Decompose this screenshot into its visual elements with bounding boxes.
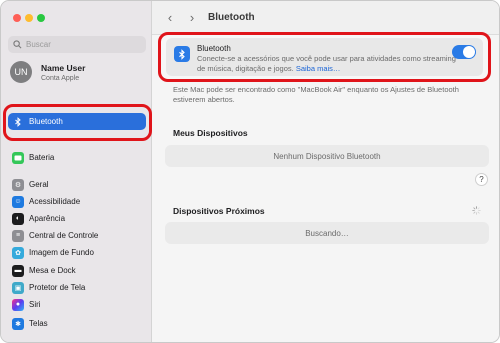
search-field[interactable] — [8, 36, 146, 53]
help-button[interactable]: ? — [475, 173, 488, 186]
wallpaper-icon: ✿ — [12, 246, 24, 259]
sidebar-item-label: Bateria — [29, 153, 55, 162]
control-center-icon: ≡ — [12, 229, 24, 242]
battery-icon — [12, 151, 24, 164]
forward-icon[interactable]: › — [186, 10, 198, 25]
bluetooth-title: Bluetooth — [197, 44, 231, 53]
appearance-icon: ◐ — [12, 212, 24, 225]
apple-account[interactable]: UN Name User Conta Apple — [10, 61, 85, 83]
sidebar-item-bluetooth[interactable]: Bluetooth — [8, 113, 146, 130]
bluetooth-icon — [174, 46, 190, 62]
close-button[interactable] — [13, 14, 21, 22]
sidebar-item-siri[interactable]: ● Siri — [8, 296, 146, 313]
sidebar-item-accessibility[interactable]: ☺ Acessibilidade — [8, 193, 146, 210]
my-devices-heading: Meus Dispositivos — [173, 128, 248, 138]
sidebar-item-general[interactable]: ⚙ Geral — [8, 176, 146, 193]
sidebar-item-screensaver[interactable]: ▣ Protetor de Tela — [8, 279, 146, 296]
siri-icon: ● — [12, 298, 24, 311]
sidebar-item-label: Imagem de Fundo — [29, 248, 94, 257]
toolbar: ‹ › Bluetooth — [152, 1, 499, 35]
minimize-button[interactable] — [25, 14, 33, 22]
avatar: UN — [10, 61, 32, 83]
sidebar-item-desktop-dock[interactable]: ▬ Mesa e Dock — [8, 262, 146, 279]
sidebar-item-control-center[interactable]: ≡ Central de Controle — [8, 227, 146, 244]
help-label: ? — [479, 175, 484, 184]
nearby-status-label: Buscando… — [305, 228, 349, 238]
sidebar-item-label: Bluetooth — [29, 117, 63, 126]
sidebar-item-label: Geral — [29, 180, 49, 189]
sidebar: UN Name User Conta Apple Bluetooth Bater… — [1, 1, 152, 342]
sidebar-item-battery[interactable]: Bateria — [8, 149, 146, 166]
nearby-devices-status: Buscando… — [165, 222, 489, 244]
discoverable-text: Este Mac pode ser encontrado como "MacBo… — [173, 85, 459, 104]
sidebar-item-label: Acessibilidade — [29, 197, 81, 206]
user-name: Name User — [41, 62, 86, 73]
bluetooth-toggle[interactable] — [452, 45, 476, 59]
sidebar-item-appearance[interactable]: ◐ Aparência — [8, 210, 146, 227]
sidebar-item-label: Mesa e Dock — [29, 266, 76, 275]
sidebar-item-displays[interactable]: ✱ Telas — [8, 315, 146, 332]
gear-icon: ⚙ — [12, 178, 24, 191]
desktop-dock-icon: ▬ — [12, 264, 24, 277]
bluetooth-toggle-row: Bluetooth Conecte-se a acessórios que vo… — [166, 38, 483, 76]
nearby-devices-heading: Dispositivos Próximos — [173, 206, 265, 216]
my-devices-empty: Nenhum Dispositivo Bluetooth — [165, 145, 489, 167]
bluetooth-highlight-annotation: Bluetooth Conecte-se a acessórios que vo… — [158, 32, 491, 82]
sidebar-item-label: Protetor de Tela — [29, 283, 86, 292]
sidebar-item-wallpaper[interactable]: ✿ Imagem de Fundo — [8, 244, 146, 261]
search-icon — [13, 40, 22, 49]
learn-more-link[interactable]: Saiba mais… — [296, 64, 341, 73]
accessibility-icon: ☺ — [12, 195, 24, 208]
user-subtitle: Conta Apple — [41, 74, 80, 82]
bluetooth-description: Conecte-se a acessórios que você pode us… — [197, 54, 457, 73]
sidebar-item-label: Central de Controle — [29, 231, 99, 240]
loading-spinner-icon — [472, 206, 481, 215]
page-title: Bluetooth — [208, 12, 255, 23]
search-input[interactable] — [26, 40, 136, 49]
screensaver-icon: ▣ — [12, 281, 24, 294]
settings-window: UN Name User Conta Apple Bluetooth Bater… — [0, 0, 500, 343]
sidebar-item-label: Siri — [29, 300, 41, 309]
back-icon[interactable]: ‹ — [164, 10, 176, 25]
bluetooth-icon — [12, 116, 24, 128]
sidebar-item-label: Telas — [29, 319, 48, 328]
window-controls — [13, 14, 45, 22]
zoom-button[interactable] — [37, 14, 45, 22]
displays-icon: ✱ — [12, 317, 24, 330]
sidebar-item-label: Aparência — [29, 214, 66, 223]
my-devices-empty-label: Nenhum Dispositivo Bluetooth — [273, 151, 381, 161]
